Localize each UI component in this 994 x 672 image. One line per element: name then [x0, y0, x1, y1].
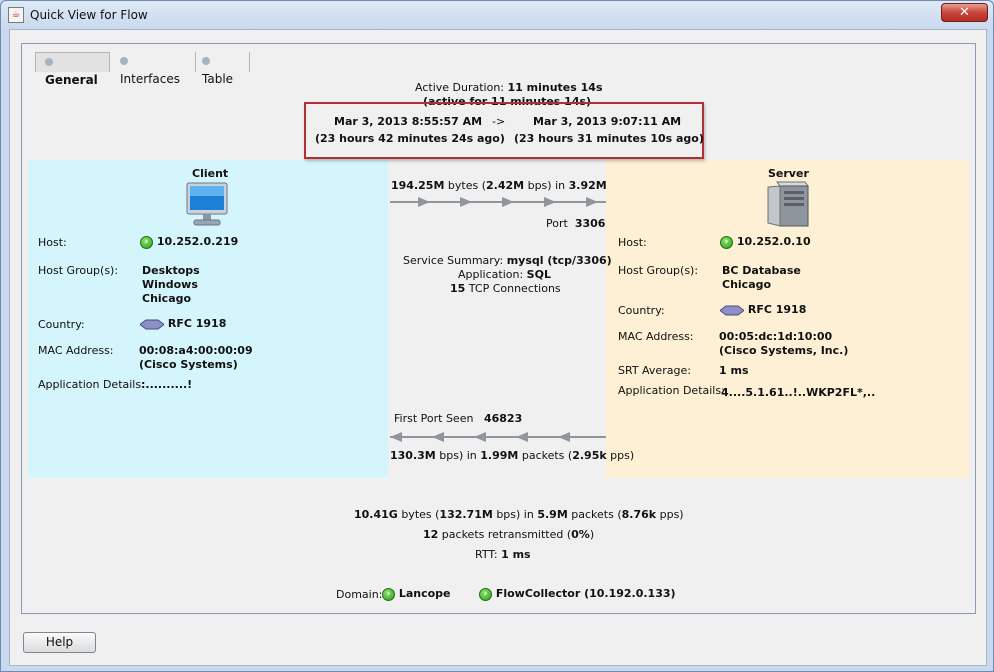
- tab-interfaces[interactable]: Interfaces: [118, 52, 196, 86]
- go-arrow-icon: ›: [479, 587, 492, 601]
- server-title: Server: [768, 167, 809, 180]
- client-hostgroup-2: Windows: [142, 278, 198, 291]
- client-country-label: Country:: [38, 318, 85, 331]
- java-app-icon: ☕: [8, 7, 24, 23]
- server-srt-label: SRT Average:: [618, 364, 691, 377]
- server-host-label: Host:: [618, 236, 647, 249]
- server-port: Port 3306: [546, 217, 606, 230]
- client-host-label: Host:: [38, 236, 67, 249]
- router-icon: [140, 319, 164, 329]
- window-title: Quick View for Flow: [30, 8, 148, 22]
- general-panel: General Interfaces Table Active Duration…: [21, 43, 976, 614]
- router-icon: [720, 305, 744, 315]
- domain-label: Domain:: [336, 588, 383, 601]
- tab-bullet-icon: [45, 57, 53, 66]
- forward-traffic: 194.25M bytes (2.42M bps) in 3.92M pack: [391, 179, 606, 192]
- go-arrow-icon: ›: [720, 235, 733, 249]
- server-country-label: Country:: [618, 304, 665, 317]
- go-arrow-icon: ›: [382, 587, 395, 601]
- client-hostgroup-label: Host Group(s):: [38, 264, 119, 277]
- domain-link[interactable]: › Lancope: [382, 587, 451, 601]
- client-appdetails-label: Application Details:: [38, 378, 145, 391]
- service-summary: Service Summary: mysql (tcp/3306): [403, 254, 612, 267]
- go-arrow-icon: ›: [140, 235, 153, 249]
- time-arrow: ->: [492, 115, 506, 128]
- quick-view-window: ☕ Quick View for Flow ✕ General Interfac…: [0, 0, 994, 672]
- server-hostgroup-label: Host Group(s):: [618, 264, 699, 277]
- reverse-traffic: 130.3M bps) in 1.99M packets (2.95k pps): [390, 449, 635, 462]
- client-monitor-icon: [186, 182, 228, 226]
- client-country: RFC 1918: [140, 317, 226, 330]
- tab-general[interactable]: General: [35, 52, 110, 87]
- time-range-highlight: [304, 102, 704, 159]
- server-mac: 00:05:dc:1d:10:00: [719, 330, 833, 343]
- server-host[interactable]: › 10.252.0.10: [720, 235, 811, 249]
- client-mac-label: MAC Address:: [38, 344, 114, 357]
- end-time-ago: (23 hours 31 minutes 10s ago): [514, 132, 704, 145]
- client-appdetails: :..........!: [141, 378, 193, 391]
- server-tower-icon: [767, 181, 809, 227]
- server-appdetails: 4....5.1.61..!..WKP2FL*,..: [721, 386, 876, 399]
- reverse-arrows-icon: [390, 432, 606, 442]
- server-mac-label: MAC Address:: [618, 330, 694, 343]
- start-time: Mar 3, 2013 8:55:57 AM: [334, 115, 483, 128]
- flow-collector-link[interactable]: › FlowCollector (10.192.0.133): [479, 587, 676, 601]
- server-country: RFC 1918: [720, 303, 806, 316]
- total-traffic: 10.41G bytes (132.71M bps) in 5.9M packe…: [354, 508, 684, 521]
- tab-bullet-icon: [120, 56, 128, 65]
- close-button[interactable]: ✕: [941, 3, 988, 22]
- active-duration: Active Duration: 11 minutes 14s: [415, 81, 603, 94]
- retransmitted: 12 packets retransmitted (0%): [423, 528, 595, 541]
- client-mac: 00:08:a4:00:00:09: [139, 344, 253, 357]
- client-host[interactable]: › 10.252.0.219: [140, 235, 238, 249]
- forward-arrows-icon: [390, 197, 606, 207]
- server-srt: 1 ms: [719, 364, 749, 377]
- server-hostgroup-2: Chicago: [722, 278, 772, 291]
- start-time-ago: (23 hours 42 minutes 24s ago): [315, 132, 505, 145]
- server-mac-vendor: (Cisco Systems, Inc.): [719, 344, 849, 357]
- tcp-connections: 15 TCP Connections: [450, 282, 561, 295]
- client-title: Client: [192, 167, 229, 180]
- client-hostgroup-1: Desktops: [142, 264, 200, 277]
- first-port-seen: First Port Seen 46823: [394, 412, 523, 425]
- service-application: Application: SQL: [458, 268, 551, 281]
- tab-bullet-icon: [202, 56, 210, 65]
- client-mac-vendor: (Cisco Systems): [139, 358, 238, 371]
- end-time: Mar 3, 2013 9:07:11 AM: [533, 115, 682, 128]
- help-button[interactable]: Help: [23, 632, 96, 653]
- server-appdetails-label: Application Details:: [618, 384, 725, 397]
- rtt: RTT: 1 ms: [475, 548, 531, 561]
- server-hostgroup-1: BC Database: [722, 264, 801, 277]
- tab-table[interactable]: Table: [200, 52, 250, 86]
- client-hostgroup-3: Chicago: [142, 292, 192, 305]
- dialog-content: General Interfaces Table Active Duration…: [9, 29, 987, 666]
- title-bar[interactable]: ☕ Quick View for Flow ✕: [1, 1, 993, 29]
